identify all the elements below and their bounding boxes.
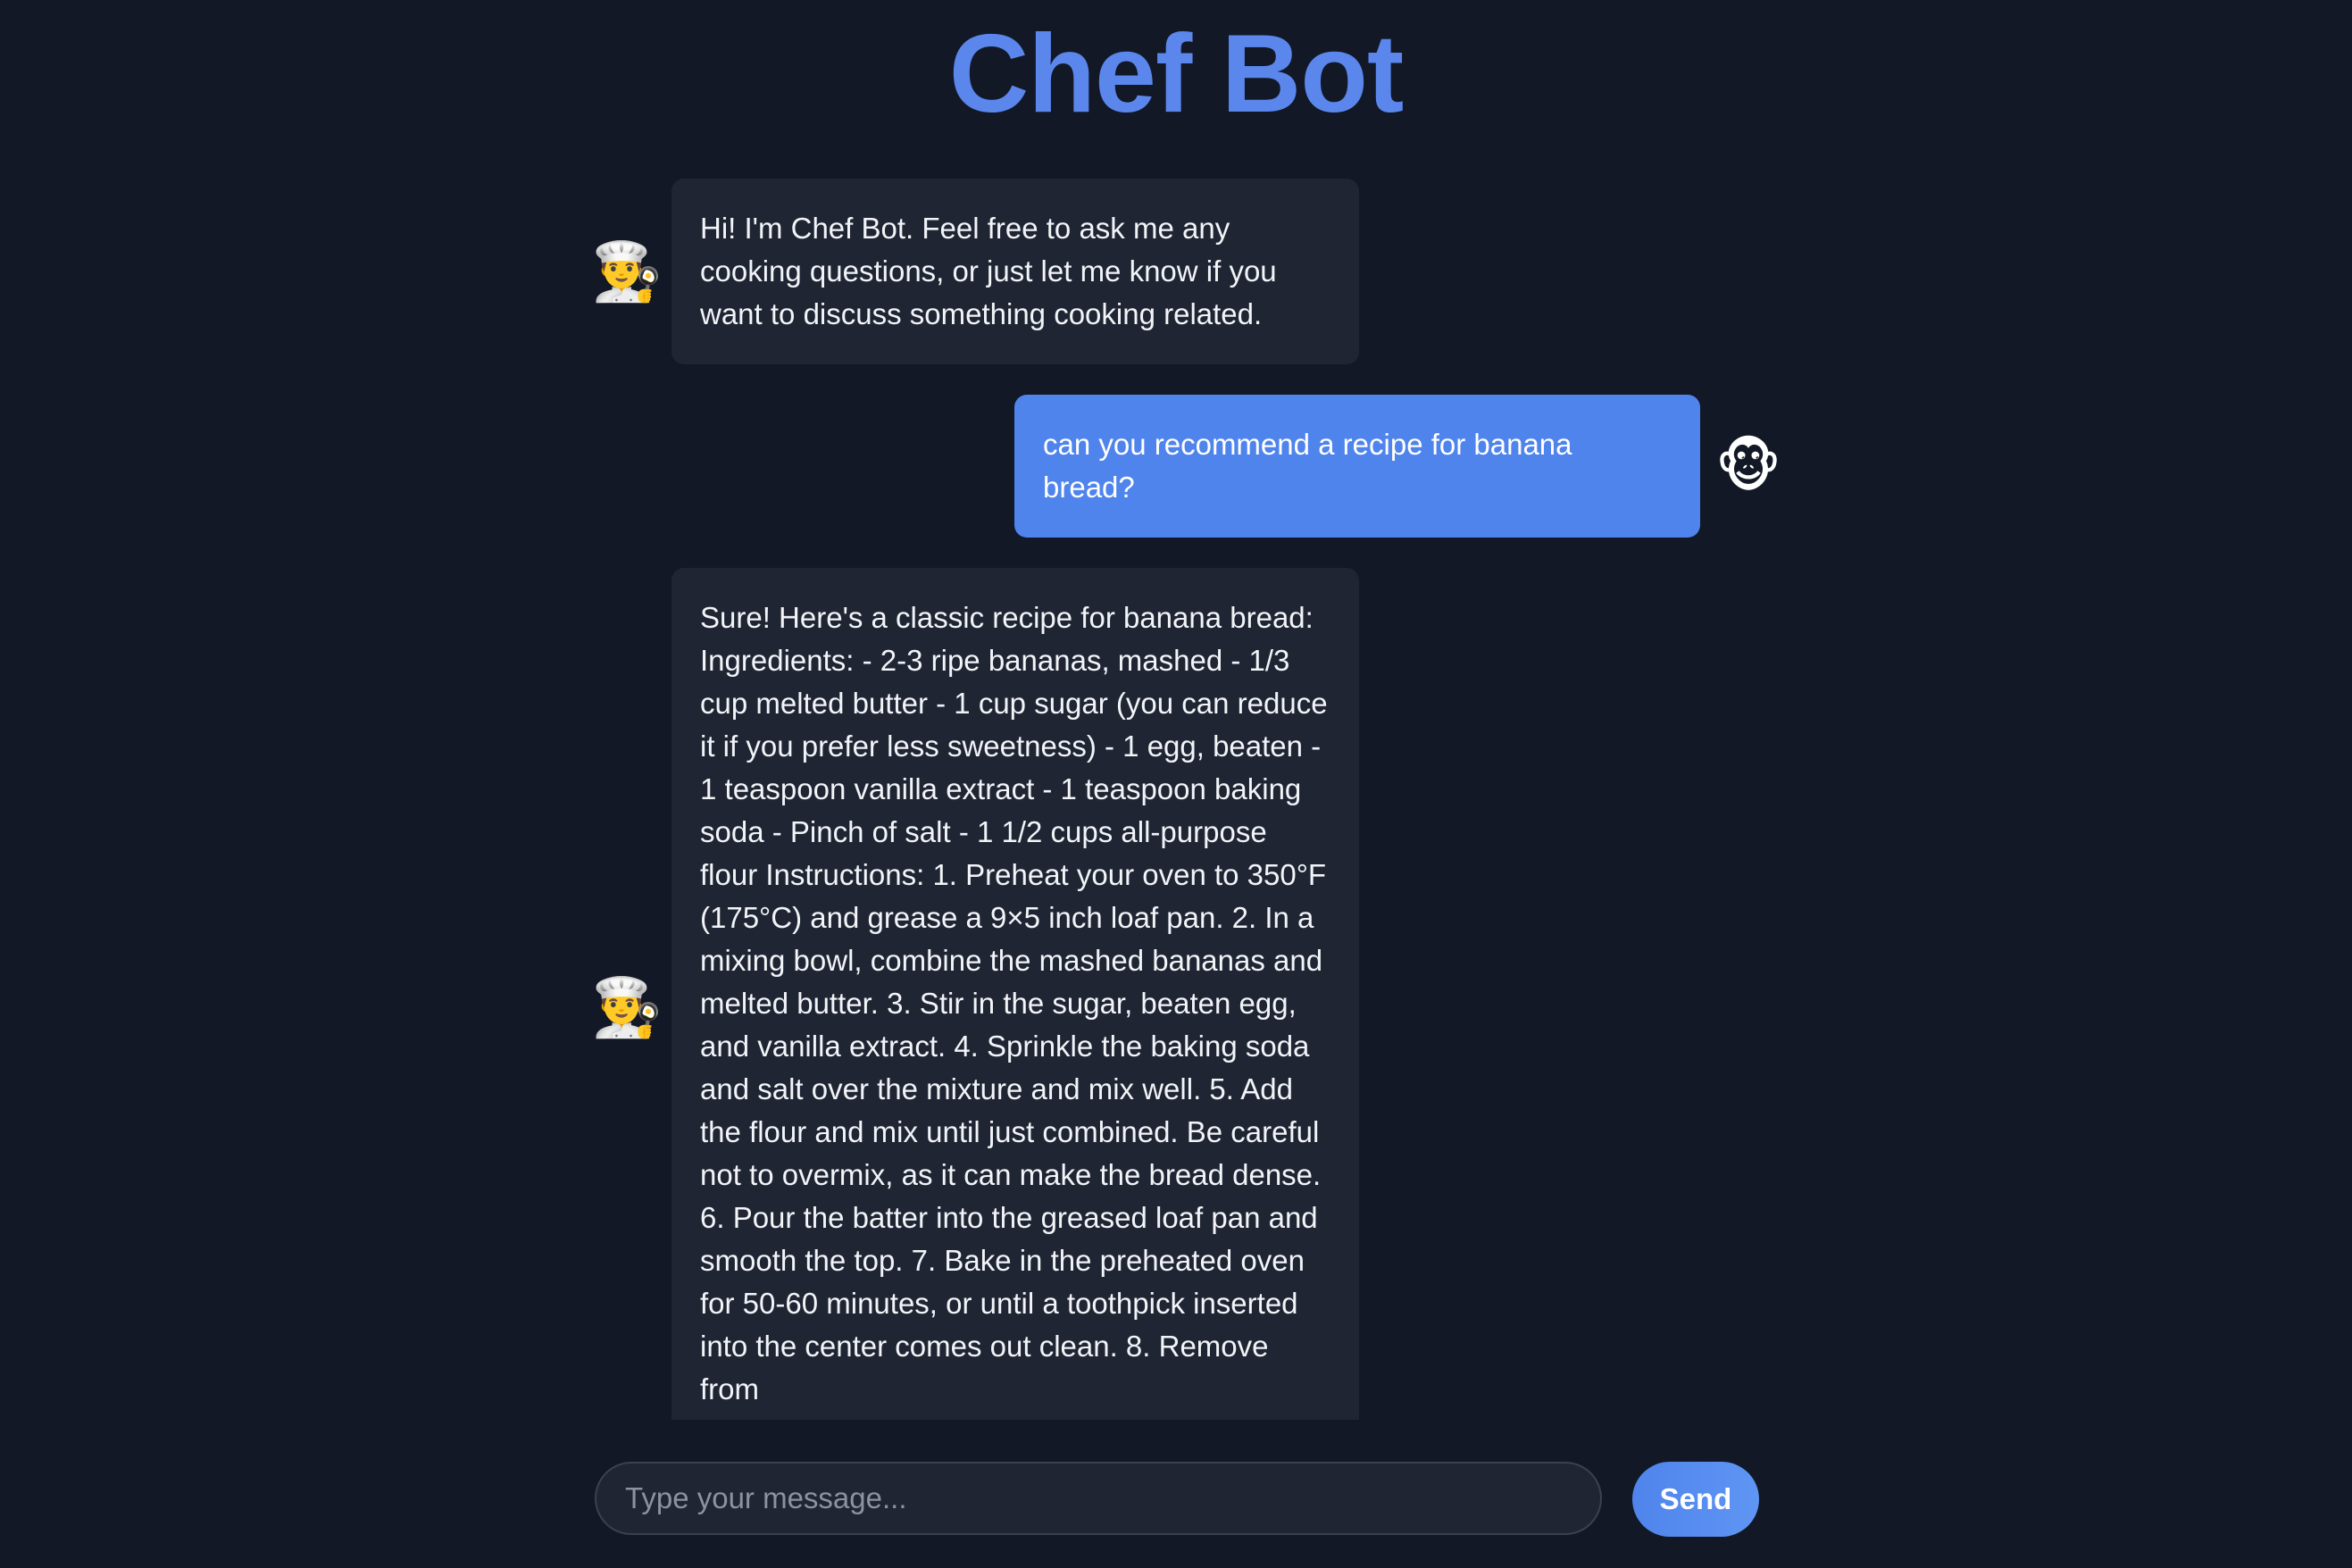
message-input[interactable] [595,1462,1602,1535]
monkey-icon: 🐵 [1715,434,1781,498]
bot-message: 👨‍🍳 Hi! I'm Chef Bot. Feel free to ask m… [589,179,1786,364]
bot-message-bubble: Sure! Here's a classic recipe for banana… [671,568,1359,1420]
message-composer: Send [595,1462,1759,1539]
chef-icon: 👨‍🍳 [591,239,663,304]
chef-bot-app: Chef Bot 👨‍🍳 Hi! I'm Chef Bot. Feel free… [0,0,2352,1568]
page-title: Chef Bot [948,13,1405,136]
send-button[interactable]: Send [1632,1462,1759,1537]
user-message: can you recommend a recipe for banana br… [589,395,1786,538]
chat-log[interactable]: 👨‍🍳 Hi! I'm Chef Bot. Feel free to ask m… [589,179,1786,1420]
bot-message-bubble: Hi! I'm Chef Bot. Feel free to ask me an… [671,179,1359,364]
user-message-bubble: can you recommend a recipe for banana br… [1014,395,1700,538]
chef-icon: 👨‍🍳 [591,975,663,1039]
bot-message: 👨‍🍳 Sure! Here's a classic recipe for ba… [589,568,1786,1420]
